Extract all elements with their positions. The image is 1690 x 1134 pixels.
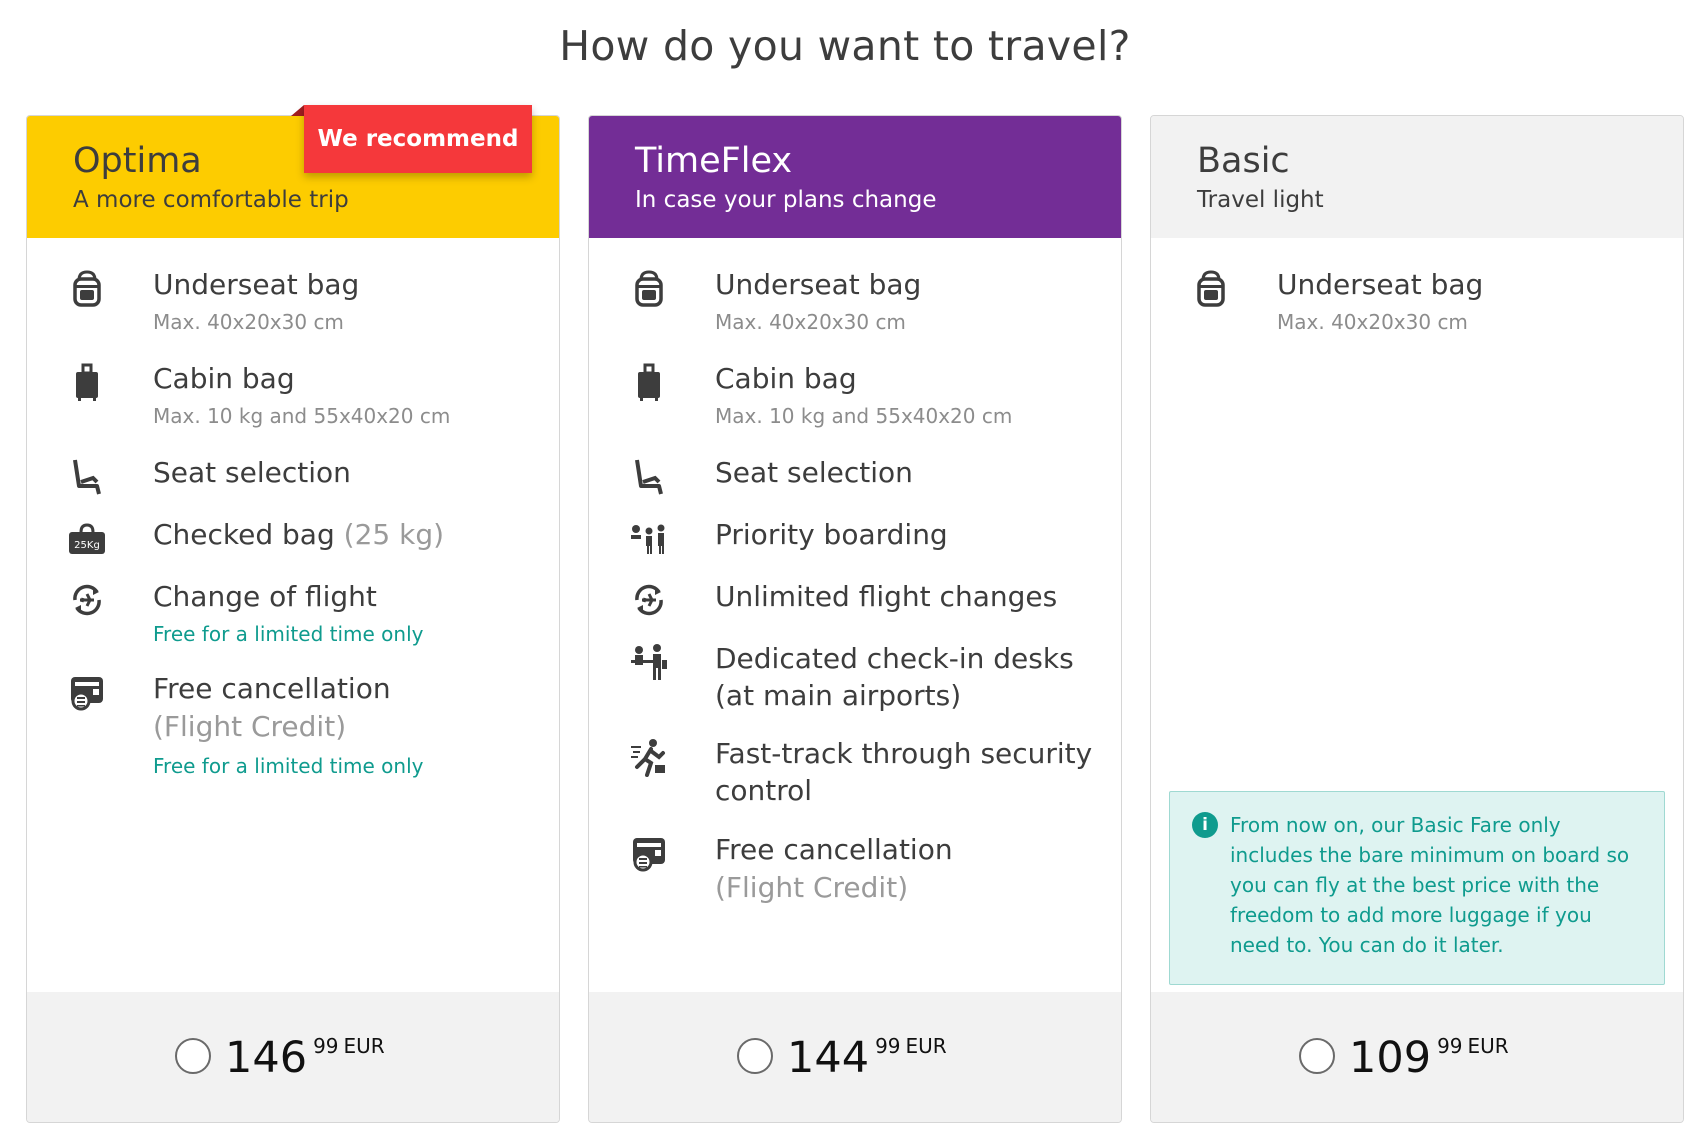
card-header: Basic Travel light [1151, 116, 1683, 238]
fare-card-basic[interactable]: Basic Travel light Underseat bag Max. 40… [1150, 115, 1684, 1123]
feature-sub: Max. 40x20x30 cm [1277, 310, 1468, 334]
feature-promo: Free for a limited time only [153, 622, 424, 646]
seat-icon [627, 454, 671, 498]
card-header: TimeFlex In case your plans change [589, 116, 1121, 238]
price-currency: EUR [343, 1034, 385, 1058]
seat-icon [65, 454, 109, 498]
feature-title-muted: (25 kg) [343, 518, 445, 551]
price-integer: 144 [787, 1033, 870, 1083]
badge-fold [291, 105, 304, 116]
backpack-icon [627, 266, 671, 310]
price-currency: EUR [1467, 1034, 1509, 1058]
price-integer: 109 [1349, 1033, 1432, 1083]
checked-bag-icon: 25Kg [65, 516, 109, 560]
fare-tagline: A more comfortable trip [73, 187, 349, 213]
cabin-bag-icon [65, 360, 109, 404]
feature-title: Seat selection [715, 456, 913, 489]
feature-muted-line: (Flight Credit) [715, 871, 909, 904]
feature-title: Free cancellation [153, 672, 391, 705]
feature-title: Cabin bag [715, 362, 857, 395]
feature-title: Seat selection [153, 456, 351, 489]
fare-name: Basic [1197, 141, 1290, 181]
price-integer: 146 [225, 1033, 308, 1083]
price-decimal: 99 [875, 1034, 901, 1058]
feature-title: Underseat bag [715, 268, 922, 301]
card-footer: 146 99 EUR [27, 992, 559, 1122]
feature-title: Dedicated check-in desks (at main airpor… [715, 642, 1074, 712]
feature-sub: Max. 40x20x30 cm [153, 310, 344, 334]
feature-promo: Free for a limited time only [153, 754, 424, 778]
fare-card-timeflex[interactable]: TimeFlex In case your plans change Under… [588, 115, 1122, 1123]
check-in-desk-icon [627, 640, 671, 684]
price-currency: EUR [905, 1034, 947, 1058]
feature-title: Cabin bag [153, 362, 295, 395]
flight-change-icon [65, 578, 109, 622]
feature-title: Checked bag (25 kg) [153, 516, 535, 553]
price-decimal: 99 [1437, 1034, 1463, 1058]
feature-sub: Max. 40x20x30 cm [715, 310, 906, 334]
price: 146 99 EUR [175, 1034, 385, 1084]
checked-bag-icon-label: 25Kg [74, 540, 100, 551]
basic-fare-info: i From now on, our Basic Fare only inclu… [1169, 791, 1665, 985]
price-decimal: 99 [313, 1034, 339, 1058]
feature-title: Unlimited flight changes [715, 580, 1058, 613]
fare-tagline: In case your plans change [635, 187, 937, 213]
cancellation-icon [627, 831, 671, 875]
cancellation-icon [65, 670, 109, 714]
price: 109 99 EUR [1299, 1034, 1509, 1084]
fare-name: TimeFlex [635, 141, 793, 181]
info-text: From now on, our Basic Fare only include… [1230, 813, 1630, 957]
priority-boarding-icon [627, 516, 671, 560]
card-footer: 144 99 EUR [589, 992, 1121, 1122]
fare-tagline: Travel light [1197, 187, 1324, 213]
cabin-bag-icon [627, 360, 671, 404]
price: 144 99 EUR [737, 1034, 947, 1084]
feature-title: Underseat bag [153, 268, 360, 301]
feature-title-main: Checked bag [153, 518, 335, 551]
feature-title: Change of flight [153, 580, 377, 613]
backpack-icon [65, 266, 109, 310]
feature-sub: Max. 10 kg and 55x40x20 cm [153, 404, 451, 428]
backpack-icon [1189, 266, 1233, 310]
fare-radio-timeflex[interactable] [737, 1038, 773, 1074]
feature-title: Free cancellation [715, 833, 953, 866]
feature-sub: Max. 10 kg and 55x40x20 cm [715, 404, 1013, 428]
feature-title: Priority boarding [715, 518, 948, 551]
flight-change-icon [627, 578, 671, 622]
recommend-badge: We recommend [304, 105, 532, 173]
fare-card-optima[interactable]: We recommend Optima A more comfortable t… [26, 105, 560, 1123]
fast-track-icon [627, 735, 671, 779]
feature-title: Underseat bag [1277, 268, 1484, 301]
feature-title: Fast-track through security control [715, 737, 1093, 807]
page-title: How do you want to travel? [559, 22, 1131, 70]
fare-radio-basic[interactable] [1299, 1038, 1335, 1074]
info-icon: i [1192, 812, 1218, 838]
fare-radio-optima[interactable] [175, 1038, 211, 1074]
card-footer: 109 99 EUR [1151, 992, 1683, 1122]
feature-muted-line: (Flight Credit) [153, 710, 347, 743]
